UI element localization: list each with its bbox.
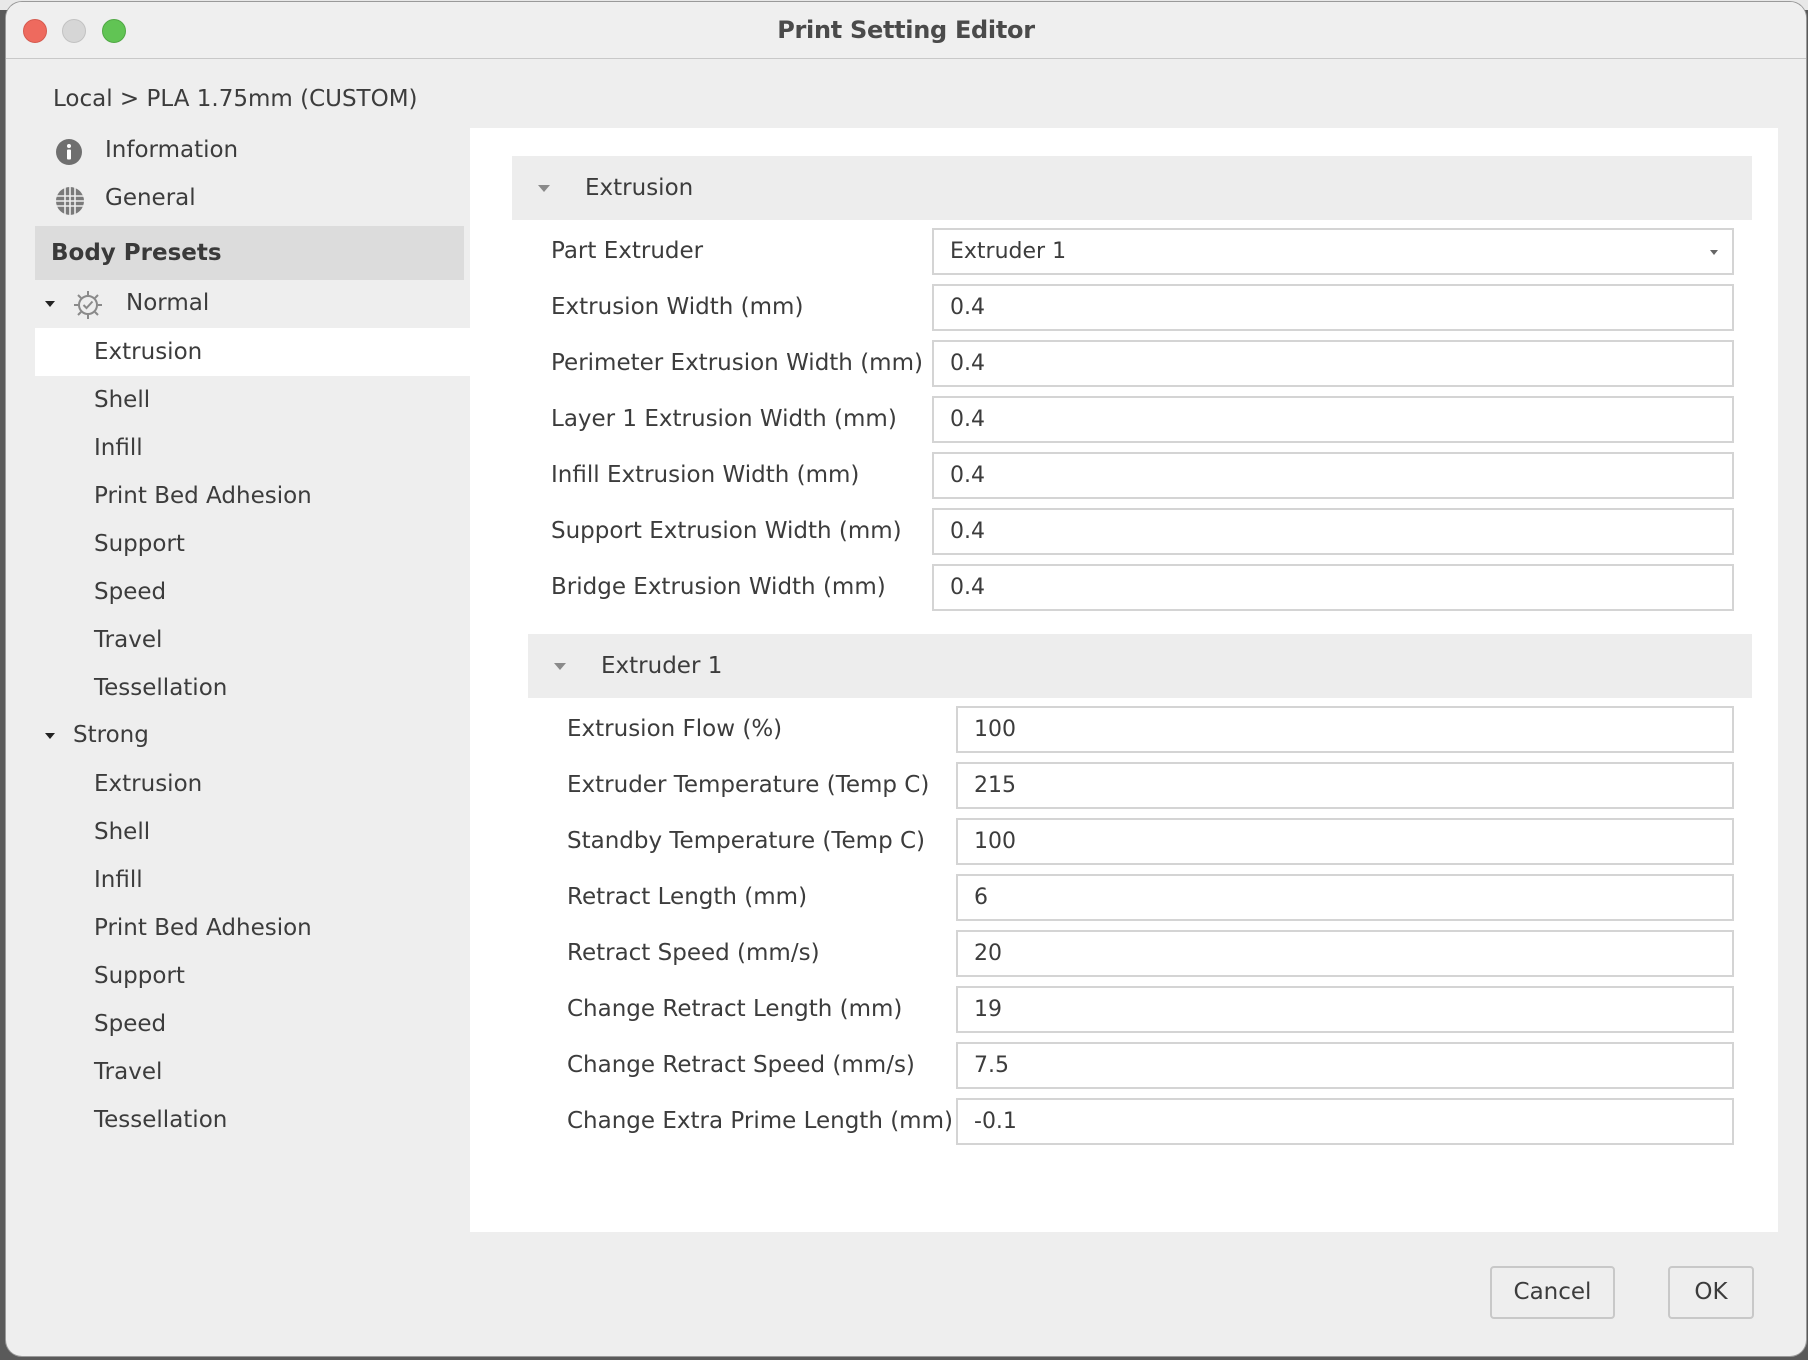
gear-check-icon <box>73 290 103 320</box>
caret-down-icon[interactable] <box>554 663 566 670</box>
preset-group-label: Strong <box>73 722 149 748</box>
setting-row: Support Extrusion Width (mm) 0.4 <box>470 508 1770 555</box>
sidebar-item-normal-tessellation[interactable]: Tessellation <box>35 664 475 712</box>
setting-input[interactable]: 20 <box>956 930 1734 977</box>
extrusion-section-header[interactable]: Extrusion <box>512 156 1752 220</box>
sidebar-item-label: Information <box>105 137 239 163</box>
preset-group-label: Normal <box>126 290 210 316</box>
setting-input[interactable]: 0.4 <box>932 284 1734 331</box>
dropdown-arrow-icon[interactable] <box>1710 250 1718 255</box>
sidebar-item-normal-print-bed-adhesion[interactable]: Print Bed Adhesion <box>35 472 475 520</box>
setting-row: Extruder Temperature (Temp C) 215 <box>470 762 1770 809</box>
part-extruder-select[interactable]: Extruder 1 <box>932 228 1734 275</box>
setting-input[interactable]: 0.4 <box>932 508 1734 555</box>
sidebar-item-strong-print-bed-adhesion[interactable]: Print Bed Adhesion <box>35 904 475 952</box>
setting-input[interactable]: 0.4 <box>932 564 1734 611</box>
setting-row: Infill Extrusion Width (mm) 0.4 <box>470 452 1770 499</box>
setting-row: Part Extruder Extruder 1 <box>470 228 1770 275</box>
sidebar-item-information[interactable]: Information <box>35 128 475 176</box>
window-title: Print Setting Editor <box>777 16 1035 44</box>
sidebar-item-strong-extrusion[interactable]: Extrusion <box>35 760 475 808</box>
preset-group-strong[interactable]: Strong <box>35 712 475 760</box>
setting-label: Part Extruder <box>551 238 704 264</box>
sidebar-item-strong-shell[interactable]: Shell <box>35 808 475 856</box>
setting-label: Layer 1 Extrusion Width (mm) <box>551 406 897 432</box>
setting-label: Change Retract Length (mm) <box>567 996 903 1022</box>
sidebar-item-strong-infill[interactable]: Infill <box>35 856 475 904</box>
setting-row: Layer 1 Extrusion Width (mm) 0.4 <box>470 396 1770 443</box>
caret-down-icon[interactable] <box>45 301 55 307</box>
sidebar-item-normal-extrusion[interactable]: Extrusion <box>35 328 475 376</box>
globe-icon <box>55 186 84 215</box>
setting-label: Infill Extrusion Width (mm) <box>551 462 860 488</box>
print-setting-editor-dialog: Print Setting Editor Local > PLA 1.75mm … <box>6 2 1806 1356</box>
setting-row: Perimeter Extrusion Width (mm) 0.4 <box>470 340 1770 387</box>
setting-input[interactable]: 0.4 <box>932 340 1734 387</box>
setting-label: Change Retract Speed (mm/s) <box>567 1052 915 1078</box>
setting-label: Extruder Temperature (Temp C) <box>567 772 930 798</box>
sidebar-item-strong-travel[interactable]: Travel <box>35 1048 475 1096</box>
setting-label: Retract Length (mm) <box>567 884 808 910</box>
breadcrumb: Local > PLA 1.75mm (CUSTOM) <box>53 86 418 112</box>
ok-button[interactable]: OK <box>1668 1266 1754 1319</box>
caret-down-icon[interactable] <box>45 733 55 739</box>
setting-row: Retract Length (mm) 6 <box>470 874 1770 921</box>
setting-input[interactable]: 100 <box>956 706 1734 753</box>
info-icon <box>55 138 83 166</box>
section-title: Extruder 1 <box>601 653 723 679</box>
sidebar-item-strong-speed[interactable]: Speed <box>35 1000 475 1048</box>
cancel-button[interactable]: Cancel <box>1490 1266 1615 1319</box>
setting-input[interactable]: 0.4 <box>932 396 1734 443</box>
setting-label: Support Extrusion Width (mm) <box>551 518 902 544</box>
preset-group-normal[interactable]: Normal <box>35 280 475 328</box>
title-bar: Print Setting Editor <box>6 2 1806 59</box>
section-title: Extrusion <box>585 175 694 201</box>
setting-row: Standby Temperature (Temp C) 100 <box>470 818 1770 865</box>
sidebar-item-label: General <box>105 185 196 211</box>
setting-input[interactable]: 19 <box>956 986 1734 1033</box>
sidebar-item-strong-tessellation[interactable]: Tessellation <box>35 1096 475 1144</box>
setting-input[interactable]: 100 <box>956 818 1734 865</box>
setting-row: Extrusion Width (mm) 0.4 <box>470 284 1770 331</box>
sidebar-item-strong-support[interactable]: Support <box>35 952 475 1000</box>
sidebar-item-general[interactable]: General <box>35 176 475 224</box>
setting-label: Bridge Extrusion Width (mm) <box>551 574 886 600</box>
setting-row: Extrusion Flow (%) 100 <box>470 706 1770 753</box>
select-value: Extruder 1 <box>950 239 1067 264</box>
setting-label: Perimeter Extrusion Width (mm) <box>551 350 923 376</box>
sidebar-item-normal-shell[interactable]: Shell <box>35 376 475 424</box>
setting-row: Change Retract Speed (mm/s) 7.5 <box>470 1042 1770 1089</box>
setting-input[interactable]: 6 <box>956 874 1734 921</box>
sidebar-item-normal-speed[interactable]: Speed <box>35 568 475 616</box>
setting-row: Retract Speed (mm/s) 20 <box>470 930 1770 977</box>
sidebar: Information General Body Presets Normal … <box>35 128 475 1144</box>
sidebar-item-normal-travel[interactable]: Travel <box>35 616 475 664</box>
setting-input[interactable]: -0.1 <box>956 1098 1734 1145</box>
setting-input[interactable]: 0.4 <box>932 452 1734 499</box>
setting-label: Change Extra Prime Length (mm) <box>567 1108 953 1134</box>
setting-row: Bridge Extrusion Width (mm) 0.4 <box>470 564 1770 611</box>
setting-input[interactable]: 215 <box>956 762 1734 809</box>
setting-input[interactable]: 7.5 <box>956 1042 1734 1089</box>
setting-label: Extrusion Flow (%) <box>567 716 783 742</box>
sidebar-item-normal-infill[interactable]: Infill <box>35 424 475 472</box>
sidebar-item-normal-support[interactable]: Support <box>35 520 475 568</box>
setting-row: Change Extra Prime Length (mm) -0.1 <box>470 1098 1770 1145</box>
extruder-1-section-header[interactable]: Extruder 1 <box>528 634 1752 698</box>
body-presets-header: Body Presets <box>35 226 464 280</box>
setting-label: Retract Speed (mm/s) <box>567 940 820 966</box>
setting-label: Extrusion Width (mm) <box>551 294 804 320</box>
setting-row: Change Retract Length (mm) 19 <box>470 986 1770 1033</box>
caret-down-icon[interactable] <box>538 185 550 192</box>
setting-label: Standby Temperature (Temp C) <box>567 828 926 854</box>
settings-panel: Extrusion Part Extruder Extruder 1 Extrusi… <box>470 128 1778 1232</box>
